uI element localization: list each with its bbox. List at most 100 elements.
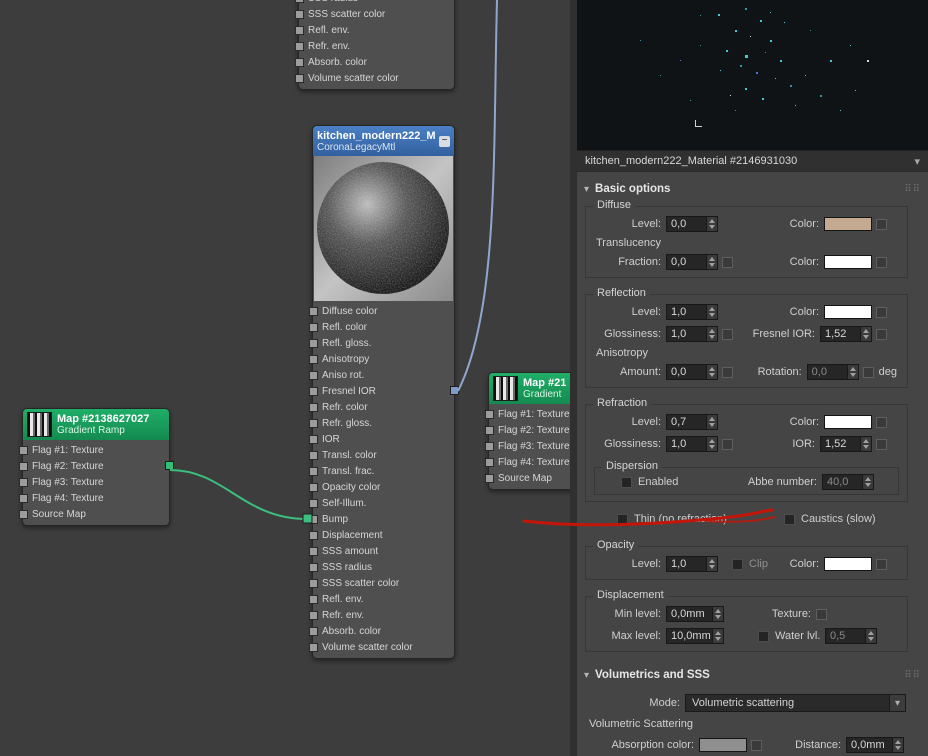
refraction-glossiness-map-slot[interactable] — [722, 438, 733, 450]
glossiness-map-slot[interactable] — [722, 328, 733, 340]
node-input-slot[interactable]: Fresnel IOR — [309, 383, 454, 399]
anisotropy-amount-spinner[interactable]: 0,0 — [666, 364, 718, 380]
spinner-arrows[interactable] — [706, 217, 717, 231]
distance-spinner[interactable]: 0,0mm — [846, 737, 904, 753]
node-input-slot[interactable]: Absorb. color — [309, 623, 454, 639]
refraction-glossiness-spinner[interactable]: 1,0 — [666, 436, 718, 452]
spinner-arrows[interactable] — [706, 557, 717, 571]
reflection-color-map-slot[interactable] — [876, 306, 887, 318]
material-preview-sphere[interactable] — [314, 156, 453, 301]
spinner-arrows[interactable] — [706, 437, 717, 451]
node-input-slot[interactable]: Absorb. color — [295, 54, 454, 70]
reflection-color-swatch[interactable] — [824, 305, 872, 319]
diffuse-level-spinner[interactable]: 0,0 — [666, 216, 718, 232]
thin-no-refraction-checkbox[interactable] — [617, 513, 628, 525]
material-node-header[interactable]: kitchen_modern222_M... CoronaLegacyMtl − — [313, 126, 454, 156]
material-output-socket[interactable] — [450, 386, 459, 395]
rollout-basic-options[interactable]: ▾ Basic options ⠿⠿ — [577, 180, 928, 198]
spinner-arrows[interactable] — [860, 327, 871, 341]
water-level-checkbox[interactable] — [758, 630, 769, 642]
node-input-slot[interactable]: Anisotropy — [309, 351, 454, 367]
node-input-slot[interactable]: Refr. color — [309, 399, 454, 415]
node-input-slot[interactable]: Transl. frac. — [309, 463, 454, 479]
node-partial-material[interactable]: SSS radius SSS scatter color Refl. env. … — [295, 0, 455, 90]
opacity-color-map-slot[interactable] — [876, 558, 887, 570]
node-minimize-button[interactable]: − — [439, 135, 450, 147]
node-input-slot[interactable]: SSS amount — [309, 543, 454, 559]
water-level-spinner[interactable]: 0,5 — [825, 628, 877, 644]
node-input-slot[interactable]: Flag #3: Texture — [19, 474, 169, 490]
node-input-slot[interactable]: Flag #2: Texture — [19, 458, 169, 474]
ior-map-slot[interactable] — [876, 438, 887, 450]
node-input-slot[interactable]: Source Map — [19, 506, 169, 522]
reflection-glossiness-spinner[interactable]: 1,0 — [666, 326, 718, 342]
refraction-color-map-slot[interactable] — [876, 416, 887, 428]
spinner-arrows[interactable] — [706, 415, 717, 429]
node-input-slot[interactable]: Opacity color — [309, 479, 454, 495]
node-input-slot[interactable]: Transl. color — [309, 447, 454, 463]
opacity-color-swatch[interactable] — [824, 557, 872, 571]
diffuse-color-swatch[interactable] — [824, 217, 872, 231]
refraction-level-spinner[interactable]: 0,7 — [666, 414, 718, 430]
max-level-spinner[interactable]: 10,0mm — [666, 628, 724, 644]
spinner-arrows[interactable] — [712, 607, 723, 621]
spinner-arrows[interactable] — [712, 629, 723, 643]
absorption-color-map-slot[interactable] — [751, 739, 762, 751]
rollout-volumetrics-sss[interactable]: ▾ Volumetrics and SSS ⠿⠿ — [577, 666, 928, 684]
node-input-slot[interactable]: Flag #4: Texture — [19, 490, 169, 506]
node-input-slot[interactable]: Aniso rot. — [309, 367, 454, 383]
node-input-slot[interactable]: Bump — [309, 511, 454, 527]
node-input-slot[interactable]: Refr. env. — [295, 38, 454, 54]
mode-dropdown[interactable]: Volumetric scattering ▾ — [685, 694, 906, 712]
refraction-color-swatch[interactable] — [824, 415, 872, 429]
node-input-slot[interactable]: Diffuse color — [309, 303, 454, 319]
spinner-arrows[interactable] — [706, 305, 717, 319]
material-title-bar[interactable]: kitchen_modern222_Material #2146931030 ▾ — [577, 150, 928, 172]
node-input-slot[interactable]: Volume scatter color — [309, 639, 454, 655]
node-input-slot[interactable]: SSS scatter color — [309, 575, 454, 591]
spinner-arrows[interactable] — [706, 327, 717, 341]
node-input-slot[interactable]: SSS radius — [309, 559, 454, 575]
displacement-texture-map-slot[interactable] — [816, 608, 827, 620]
spinner-arrows[interactable] — [846, 365, 858, 379]
node-input-slot[interactable]: Refl. env. — [309, 591, 454, 607]
fresnel-ior-map-slot[interactable] — [876, 328, 887, 340]
diffuse-color-map-slot[interactable] — [876, 218, 887, 230]
anisotropy-amount-map-slot[interactable] — [722, 366, 733, 378]
spinner-arrows[interactable] — [860, 437, 871, 451]
reflection-level-spinner[interactable]: 1,0 — [666, 304, 718, 320]
rotation-map-slot[interactable] — [862, 366, 874, 378]
clip-checkbox[interactable] — [732, 558, 743, 570]
node-input-slot[interactable]: Refl. color — [309, 319, 454, 335]
node-input-slot[interactable]: SSS scatter color — [295, 6, 454, 22]
ior-spinner[interactable]: 1,52 — [820, 436, 872, 452]
gradient-node-header[interactable]: Map #2138627027 Gradient Ramp — [23, 409, 169, 440]
opacity-level-spinner[interactable]: 1,0 — [666, 556, 718, 572]
spinner-arrows[interactable] — [865, 629, 876, 643]
translucency-color-map-slot[interactable] — [876, 256, 887, 268]
node-input-slot[interactable]: Volume scatter color — [295, 70, 454, 86]
node-input-slot[interactable]: Refl. gloss. — [309, 335, 454, 351]
node-input-slot[interactable]: Flag #1: Texture — [19, 442, 169, 458]
caustics-checkbox[interactable] — [784, 513, 795, 525]
node-gradient-ramp[interactable]: Map #2138627027 Gradient Ramp Flag #1: T… — [19, 408, 174, 526]
fresnel-ior-spinner[interactable]: 1,52 — [820, 326, 872, 342]
render-viewport[interactable] — [577, 0, 928, 150]
abbe-number-spinner[interactable]: 40,0 — [822, 474, 874, 490]
rotation-spinner[interactable]: 0,0 — [806, 364, 859, 380]
node-input-slot[interactable]: IOR — [309, 431, 454, 447]
node-corona-material[interactable]: kitchen_modern222_M... CoronaLegacyMtl − — [309, 125, 459, 659]
gradient-output-socket[interactable] — [165, 461, 174, 470]
fraction-map-slot[interactable] — [722, 256, 733, 268]
spinner-arrows[interactable] — [706, 365, 717, 379]
min-level-spinner[interactable]: 0,0mm — [666, 606, 724, 622]
node-input-slot[interactable]: Refr. gloss. — [309, 415, 454, 431]
spinner-arrows[interactable] — [706, 255, 717, 269]
fraction-spinner[interactable]: 0,0 — [666, 254, 718, 270]
chevron-down-icon[interactable]: ▾ — [889, 695, 905, 711]
node-graph-view[interactable]: SSS radius SSS scatter color Refl. env. … — [0, 0, 636, 756]
translucency-color-swatch[interactable] — [824, 255, 872, 269]
node-input-slot[interactable]: Refl. env. — [295, 22, 454, 38]
dispersion-enabled-checkbox[interactable] — [621, 476, 632, 488]
absorption-color-swatch[interactable] — [699, 738, 747, 752]
